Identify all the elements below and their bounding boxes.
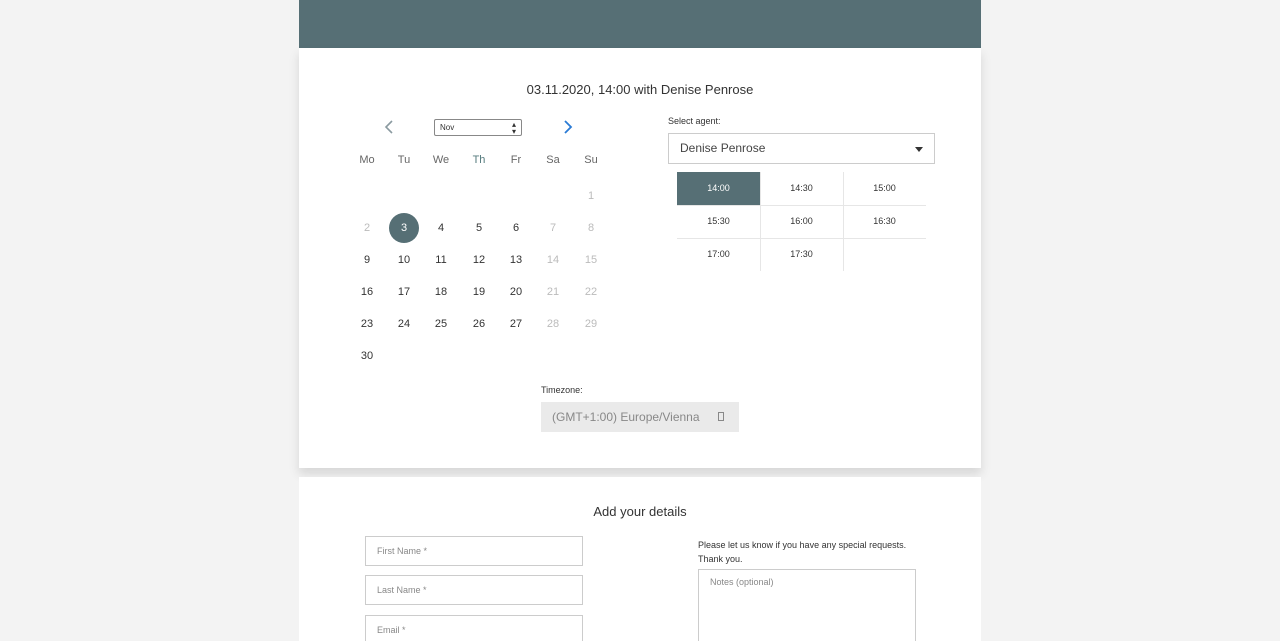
calendar-day[interactable]: 4: [426, 213, 456, 243]
calendar-day[interactable]: 19: [464, 277, 494, 307]
time-slot[interactable]: 16:30: [843, 205, 926, 238]
notes-prompt: Please let us know if you have any speci…: [698, 538, 928, 566]
email-placeholder: Email *: [377, 625, 406, 635]
weekday-header: Tu: [397, 154, 411, 166]
last-name-placeholder: Last Name *: [377, 585, 427, 595]
agent-select-value: Denise Penrose: [680, 141, 766, 155]
time-slot[interactable]: 15:00: [843, 172, 926, 205]
calendar-day[interactable]: 26: [464, 309, 494, 339]
calendar-day[interactable]: 17: [389, 277, 419, 307]
agent-label: Select agent:: [668, 116, 721, 126]
slot-divider: [843, 172, 844, 271]
calendar-day: 2: [363, 222, 371, 234]
chevron-right-icon[interactable]: [559, 119, 575, 135]
slot-divider: [677, 238, 926, 239]
calendar-day: 29: [584, 318, 598, 330]
calendar-day[interactable]: 24: [389, 309, 419, 339]
booking-card: 03.11.2020, 14:00 with Denise Penrose No…: [299, 48, 981, 468]
calendar-day[interactable]: 6: [501, 213, 531, 243]
slot-divider: [760, 172, 761, 271]
weekday-header: We: [432, 154, 450, 166]
agent-select[interactable]: Denise Penrose: [668, 133, 935, 164]
calendar-day: 8: [587, 222, 595, 234]
slot-divider: [677, 205, 926, 206]
time-slot[interactable]: 16:00: [760, 205, 843, 238]
calendar-day[interactable]: 9: [352, 245, 382, 275]
calendar-day: 1: [587, 190, 595, 202]
time-slot[interactable]: 14:00: [677, 172, 760, 205]
calendar-day[interactable]: 30: [352, 341, 382, 371]
calendar-day: 28: [546, 318, 560, 330]
header-bar: [299, 0, 981, 48]
calendar-day: 22: [584, 286, 598, 298]
calendar-day[interactable]: 16: [352, 277, 382, 307]
weekday-header: Fr: [510, 154, 522, 166]
month-select-value: Nov: [440, 123, 455, 132]
calendar-day[interactable]: 23: [352, 309, 382, 339]
first-name-field[interactable]: First Name *: [365, 536, 583, 566]
caret-down-icon: [915, 147, 923, 152]
month-select[interactable]: Nov ▴ ▾: [434, 119, 522, 136]
calendar-day: 21: [546, 286, 560, 298]
calendar-day[interactable]: 20: [501, 277, 531, 307]
time-slot[interactable]: 14:30: [760, 172, 843, 205]
select-icon: [718, 412, 724, 421]
calendar-day[interactable]: 12: [464, 245, 494, 275]
notes-textarea[interactable]: Notes (optional): [698, 569, 916, 641]
time-slot[interactable]: 17:00: [677, 238, 760, 271]
calendar-day: 14: [546, 254, 560, 266]
details-card: Add your details First Name * Last Name …: [299, 477, 981, 641]
details-title: Add your details: [593, 504, 687, 519]
calendar-day[interactable]: 10: [389, 245, 419, 275]
calendar-day[interactable]: 5: [464, 213, 494, 243]
timezone-select[interactable]: (GMT+1:00) Europe/Vienna: [541, 402, 739, 432]
calendar-day[interactable]: 11: [426, 245, 456, 275]
calendar-day: 7: [549, 222, 557, 234]
calendar-day: 15: [584, 254, 598, 266]
weekday-header: Sa: [546, 154, 560, 166]
first-name-placeholder: First Name *: [377, 546, 428, 556]
calendar-day[interactable]: 18: [426, 277, 456, 307]
chevron-left-icon[interactable]: [382, 119, 398, 135]
calendar-day[interactable]: 27: [501, 309, 531, 339]
notes-prompt-line1: Please let us know if you have any speci…: [698, 540, 907, 550]
time-slot[interactable]: 17:30: [760, 238, 843, 271]
weekday-header: Mo: [359, 154, 375, 166]
notes-placeholder: Notes (optional): [710, 577, 774, 587]
weekday-header: Th: [472, 154, 486, 166]
calendar-day[interactable]: 25: [426, 309, 456, 339]
timezone-label: Timezone:: [541, 385, 583, 395]
calendar-day[interactable]: 13: [501, 245, 531, 275]
last-name-field[interactable]: Last Name *: [365, 575, 583, 605]
time-slot[interactable]: 15:30: [677, 205, 760, 238]
email-field[interactable]: Email *: [365, 615, 583, 641]
timezone-select-value: (GMT+1:00) Europe/Vienna: [552, 410, 700, 424]
calendar-day-selected[interactable]: 3: [389, 213, 419, 243]
select-arrows-icon: ▴ ▾: [511, 120, 516, 136]
notes-prompt-line2: Thank you.: [698, 554, 743, 564]
weekday-header: Su: [584, 154, 598, 166]
booking-summary: 03.11.2020, 14:00 with Denise Penrose: [526, 82, 754, 97]
